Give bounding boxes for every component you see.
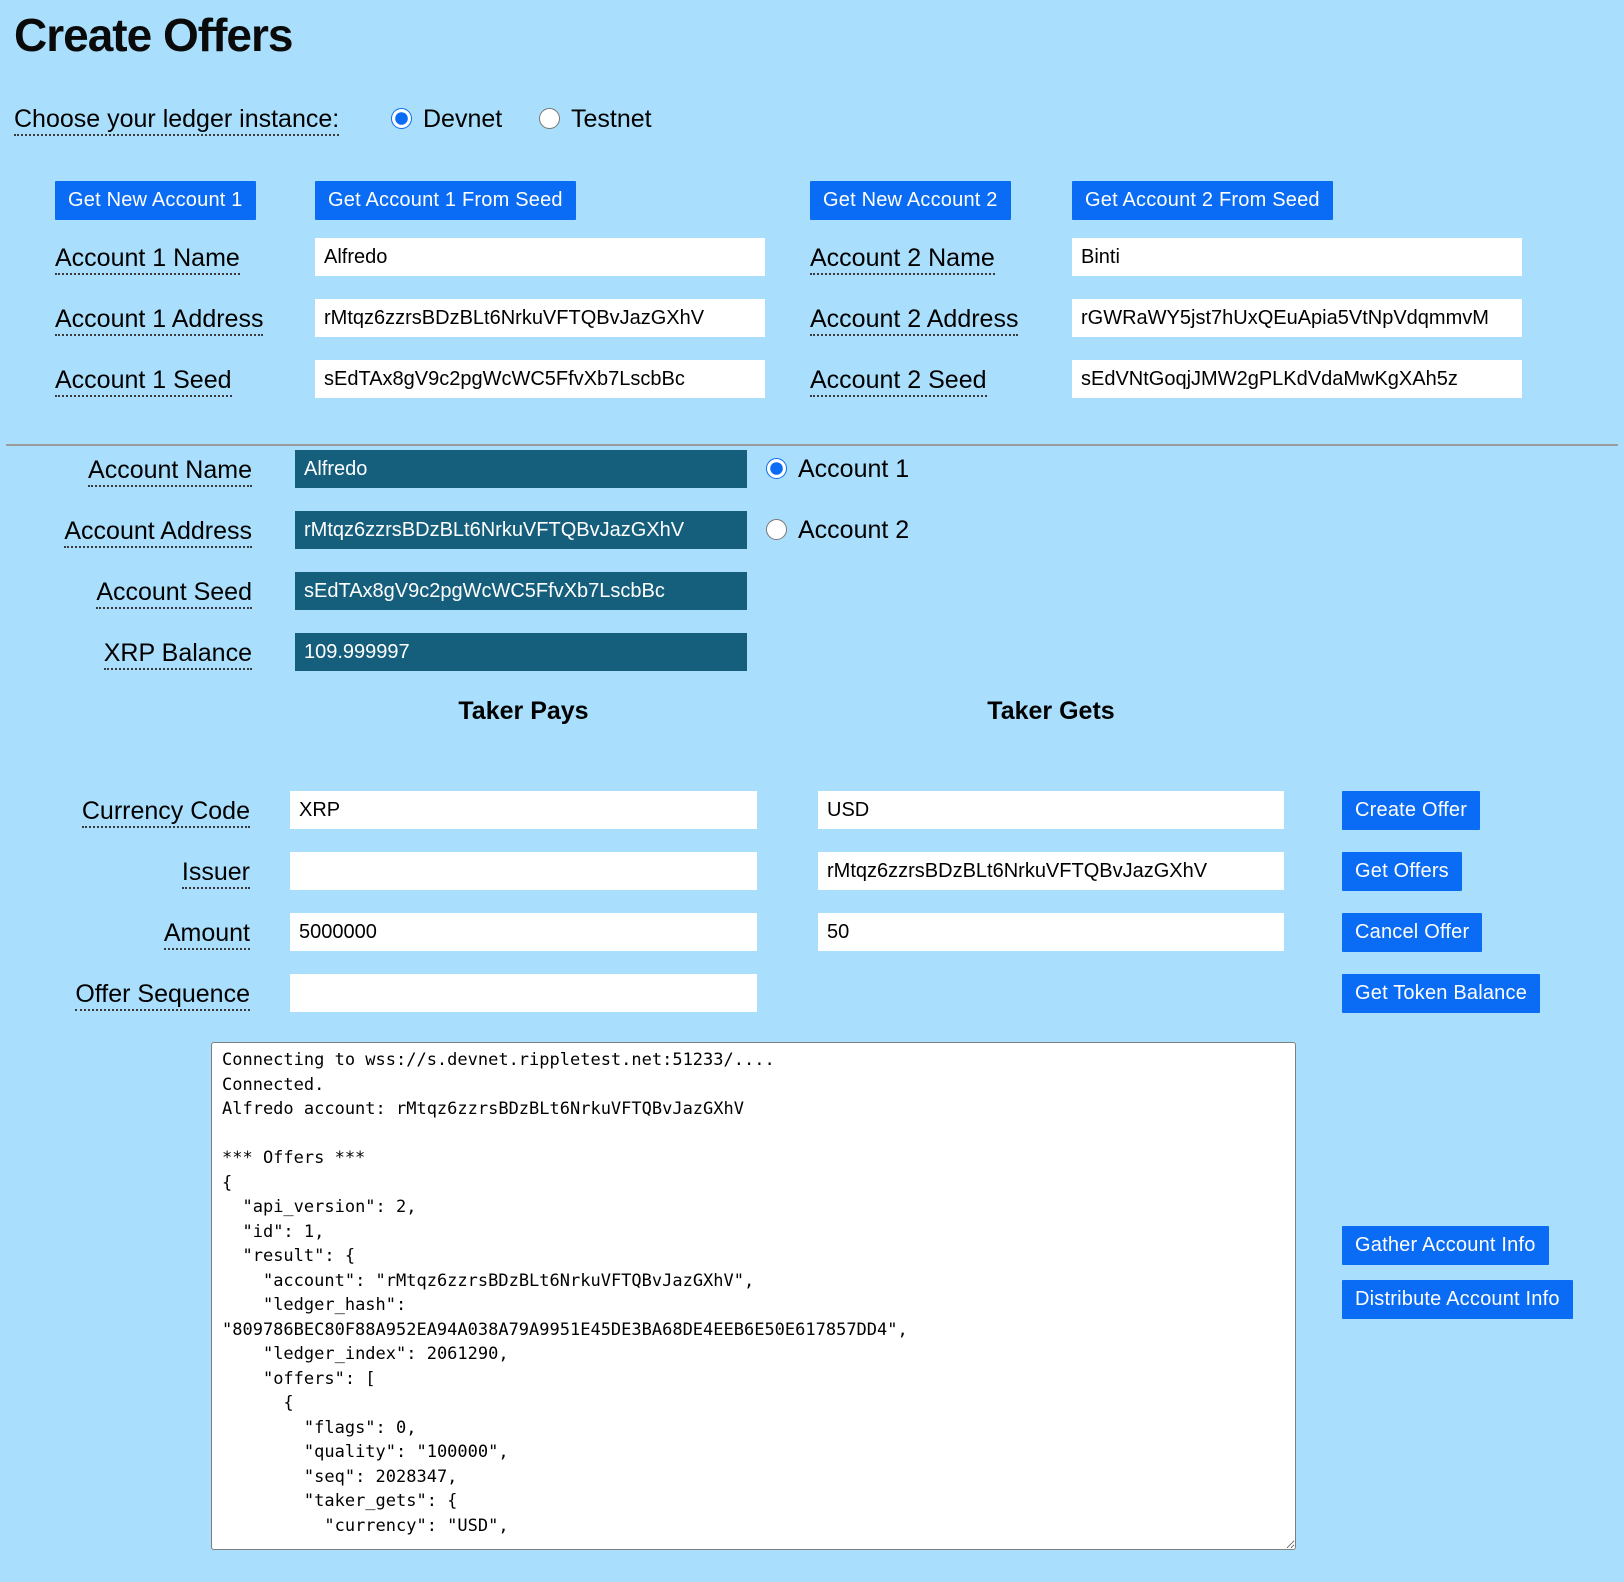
account-2-radio[interactable] xyxy=(766,519,787,540)
account1-address-input[interactable] xyxy=(315,299,765,337)
ledger-instance-label: Choose your ledger instance: xyxy=(14,104,339,134)
account-2-radio-label: Account 2 xyxy=(798,517,909,543)
account2-address-input[interactable] xyxy=(1072,299,1522,337)
xrp-balance-label: XRP Balance xyxy=(20,638,252,668)
create-offers-page: { "title": "Create Offers", "ledger": { … xyxy=(0,0,1624,1582)
get-offers-button[interactable]: Get Offers xyxy=(1342,852,1462,891)
testnet-radio-label: Testnet xyxy=(571,106,652,132)
testnet-radio[interactable] xyxy=(539,108,560,129)
account-seed-field[interactable] xyxy=(295,572,747,610)
account2-name-input[interactable] xyxy=(1072,238,1522,276)
devnet-radio-label: Devnet xyxy=(423,106,502,132)
get-account-2-from-seed-button[interactable]: Get Account 2 From Seed xyxy=(1072,181,1333,220)
devnet-radio[interactable] xyxy=(391,108,412,129)
get-new-account-1-button[interactable]: Get New Account 1 xyxy=(55,181,256,220)
account1-seed-input[interactable] xyxy=(315,360,765,398)
account-1-radio-label: Account 1 xyxy=(798,456,909,482)
account2-address-label: Account 2 Address xyxy=(810,304,1018,334)
account-name-field[interactable] xyxy=(295,450,747,488)
gather-account-info-button[interactable]: Gather Account Info xyxy=(1342,1226,1549,1265)
distribute-account-info-button[interactable]: Distribute Account Info xyxy=(1342,1280,1573,1319)
create-offer-button[interactable]: Create Offer xyxy=(1342,791,1480,830)
taker-pays-issuer-input[interactable] xyxy=(290,852,757,890)
issuer-label: Issuer xyxy=(20,857,250,887)
section-divider xyxy=(6,444,1618,446)
taker-gets-currency-input[interactable] xyxy=(818,791,1284,829)
amount-label: Amount xyxy=(20,918,250,948)
account2-name-label: Account 2 Name xyxy=(810,243,995,273)
account1-name-input[interactable] xyxy=(315,238,765,276)
account-name-label: Account Name xyxy=(20,455,252,485)
account1-seed-label: Account 1 Seed xyxy=(55,365,232,395)
cancel-offer-button[interactable]: Cancel Offer xyxy=(1342,913,1482,952)
taker-gets-issuer-input[interactable] xyxy=(818,852,1284,890)
get-new-account-2-button[interactable]: Get New Account 2 xyxy=(810,181,1011,220)
taker-pays-amount-input[interactable] xyxy=(290,913,757,951)
account1-address-label: Account 1 Address xyxy=(55,304,263,334)
account-seed-label: Account Seed xyxy=(20,577,252,607)
account2-seed-label: Account 2 Seed xyxy=(810,365,987,395)
currency-code-label: Currency Code xyxy=(20,796,250,826)
account-address-field[interactable] xyxy=(295,511,747,549)
offer-sequence-input[interactable] xyxy=(290,974,757,1012)
account-address-label: Account Address xyxy=(20,516,252,546)
account1-name-label: Account 1 Name xyxy=(55,243,240,273)
taker-pays-header: Taker Pays xyxy=(290,697,757,726)
account2-seed-input[interactable] xyxy=(1072,360,1522,398)
taker-gets-header: Taker Gets xyxy=(818,697,1284,726)
taker-gets-amount-input[interactable] xyxy=(818,913,1284,951)
page-title: Create Offers xyxy=(14,8,292,62)
results-console-textarea[interactable]: Connecting to wss://s.devnet.rippletest.… xyxy=(211,1042,1296,1550)
account-1-radio[interactable] xyxy=(766,458,787,479)
offer-sequence-label: Offer Sequence xyxy=(20,979,250,1009)
get-account-1-from-seed-button[interactable]: Get Account 1 From Seed xyxy=(315,181,576,220)
xrp-balance-field[interactable] xyxy=(295,633,747,671)
taker-pays-currency-input[interactable] xyxy=(290,791,757,829)
get-token-balance-button[interactable]: Get Token Balance xyxy=(1342,974,1540,1013)
